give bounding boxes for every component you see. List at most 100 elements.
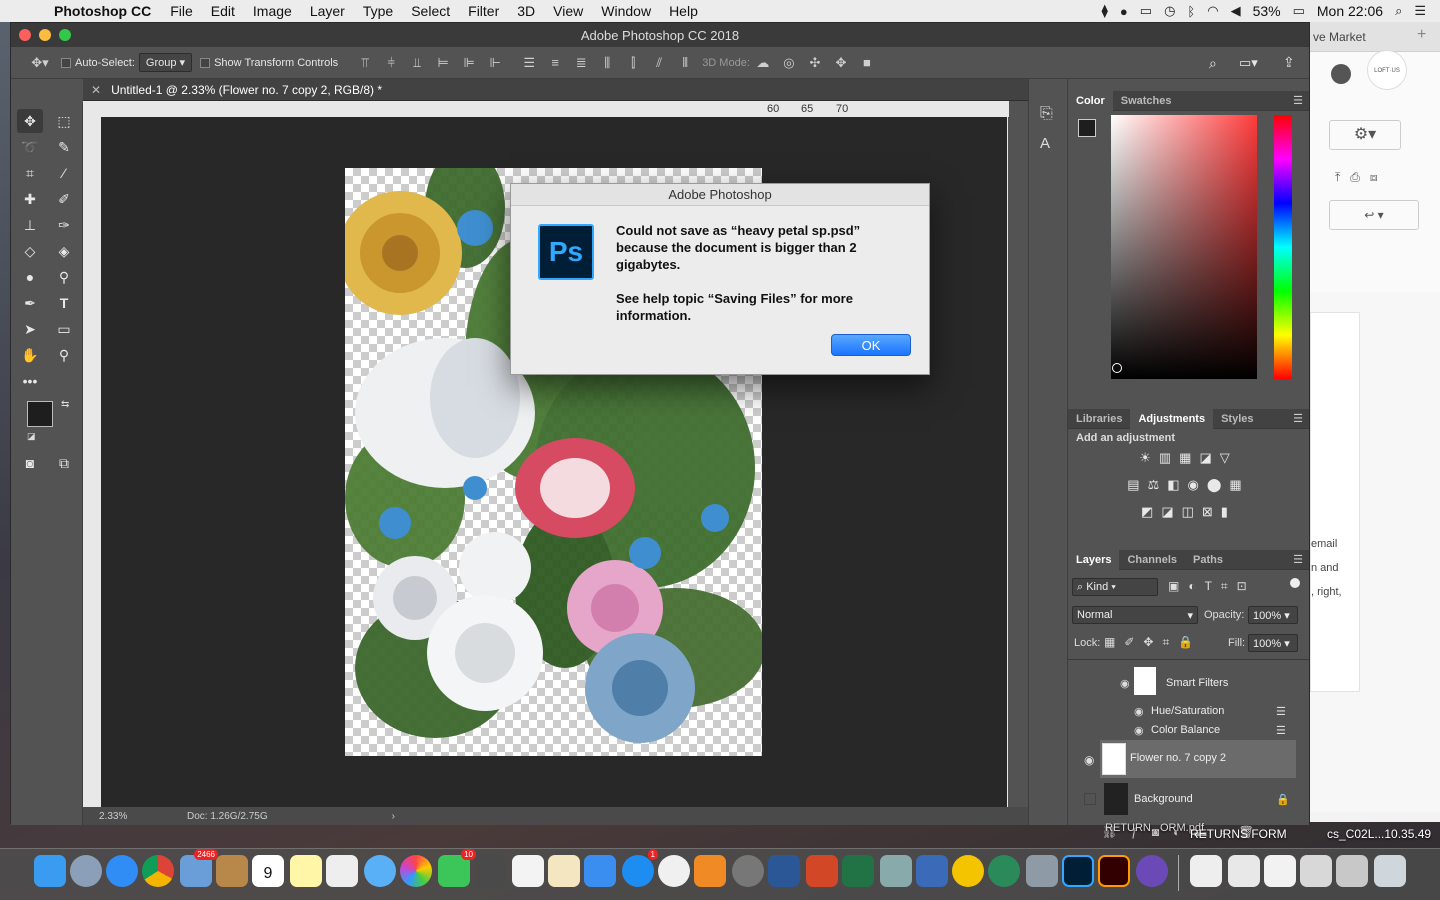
pages-icon[interactable] (548, 855, 580, 887)
lock-icons[interactable]: ▦✐✥⌗🔒 (1104, 635, 1202, 650)
lasso-tool-icon[interactable]: ➰ (17, 135, 43, 159)
panel-menu-icon[interactable]: ☰ (1293, 553, 1303, 566)
rectangle-tool-icon[interactable]: ▭ (51, 317, 77, 341)
norton-icon[interactable] (952, 855, 984, 887)
move-tool-icon[interactable]: ✥ (17, 109, 43, 133)
messages-icon[interactable] (364, 855, 396, 887)
tab-channels[interactable]: Channels (1119, 550, 1185, 570)
numbers-icon[interactable] (512, 855, 544, 887)
gear-icon[interactable]: ⚙▾ (1329, 120, 1401, 150)
document-tab-title[interactable]: Untitled-1 @ 2.33% (Flower no. 7 copy 2,… (111, 83, 382, 97)
eyedropper-tool-icon[interactable]: ⁄ (51, 161, 77, 185)
more-tools-icon[interactable]: ••• (17, 369, 43, 393)
chrome-icon[interactable] (142, 855, 174, 887)
bluetooth-icon[interactable]: ᛒ (1187, 4, 1195, 19)
display-icon[interactable]: ▭ (1140, 3, 1152, 19)
status-menu-chevron-icon[interactable]: › (392, 811, 395, 822)
photos-icon[interactable] (400, 855, 432, 887)
volume-icon[interactable]: ◀ (1231, 3, 1241, 19)
document-tab[interactable]: ✕ Untitled-1 @ 2.33% (Flower no. 7 copy … (83, 79, 1048, 101)
menu-window[interactable]: Window (592, 3, 660, 19)
hue-slider[interactable] (1274, 115, 1292, 379)
word-icon[interactable] (768, 855, 800, 887)
color-picker-field[interactable] (1111, 115, 1257, 379)
app-store-icon[interactable]: 1 (622, 849, 658, 887)
reply-icon[interactable]: ↩ ▾ (1329, 200, 1419, 230)
history-panel-icon[interactable]: ⎘ (1040, 105, 1053, 123)
tab-layers[interactable]: Layers (1068, 549, 1120, 570)
zoom-window-button[interactable] (59, 29, 71, 41)
globe-app-icon[interactable] (988, 855, 1020, 887)
doc-size-info[interactable]: Doc: 1.26G/2.75G (187, 811, 268, 822)
3d-mode-icons[interactable]: ☁ ◎ ✣ ✥ ■ (750, 55, 880, 71)
zoom-tool-icon[interactable]: ⚲ (51, 343, 77, 367)
workspace-icon[interactable]: ▭▾ (1239, 55, 1258, 71)
notification-center-icon[interactable]: ☰ (1414, 3, 1426, 19)
quick-select-tool-icon[interactable]: ✎ (51, 135, 77, 159)
illustrator-dock-icon[interactable] (1098, 855, 1130, 887)
paint-bucket-tool-icon[interactable]: ◈ (51, 239, 77, 263)
close-window-button[interactable] (19, 29, 31, 41)
spotlight-icon[interactable]: ⌕ (1395, 3, 1402, 19)
safari-icon[interactable] (106, 855, 138, 887)
document-stack-icon[interactable] (1228, 855, 1260, 887)
close-document-icon[interactable]: ✕ (91, 83, 101, 97)
search-icon[interactable]: ⌕ (1209, 55, 1217, 72)
crop-tool-icon[interactable]: ⌗ (17, 161, 43, 185)
distribute-icons[interactable]: ☰ ≡ ≣ ⫼ ⫿ ⫽ (516, 55, 672, 71)
eye-icon[interactable]: ◉ (1134, 724, 1144, 737)
preview-icon[interactable] (880, 855, 912, 887)
photo-booth-icon[interactable] (474, 855, 506, 887)
tab-color[interactable]: Color (1068, 90, 1113, 111)
menu-image[interactable]: Image (244, 3, 301, 19)
dodge-tool-icon[interactable]: ⚲ (51, 265, 77, 289)
opacity-field[interactable]: 100% ▾ (1248, 606, 1298, 624)
menu-layer[interactable]: Layer (301, 3, 354, 19)
screen-mode-icon[interactable]: ⧉ (51, 451, 77, 475)
filter-options-icon[interactable]: ☰ (1276, 705, 1286, 718)
filter-toggle[interactable] (1290, 578, 1300, 588)
desktop-file-label[interactable]: RETURNS FORM (1190, 827, 1287, 841)
clock[interactable]: Mon 22:06 (1317, 3, 1383, 19)
layer-name[interactable]: Background (1134, 793, 1193, 805)
mail-icon[interactable]: 2466 (180, 849, 218, 887)
scanner-icon[interactable] (1026, 855, 1058, 887)
zoom-level[interactable]: 2.33% (99, 811, 187, 822)
marquee-tool-icon[interactable]: ⬚ (51, 109, 77, 133)
eraser-tool-icon[interactable]: ◇ (17, 239, 43, 263)
layer-row-background[interactable]: Background 🔒 (1068, 779, 1298, 819)
browser-tab-title[interactable]: ve Market (1313, 30, 1366, 44)
eye-icon[interactable]: ◉ (1120, 677, 1130, 690)
path-selection-tool-icon[interactable]: ➤ (17, 317, 43, 341)
color-balance-filter-label[interactable]: Color Balance (1151, 724, 1220, 736)
document-stack-icon[interactable] (1190, 855, 1222, 887)
vpn-app-icon[interactable] (1136, 855, 1168, 887)
eye-icon[interactable]: ◉ (1084, 753, 1094, 767)
adjustment-icons-row-3[interactable]: ◩◪◫⊠▮ (1068, 504, 1309, 520)
layer-filter-icons[interactable]: ▣◐T⌗⊡ (1168, 579, 1256, 594)
default-colors-icon[interactable]: ◪ (27, 431, 36, 442)
contacts-icon[interactable] (216, 855, 248, 887)
powerpoint-icon[interactable] (806, 855, 838, 887)
dropbox-icon[interactable]: ⧫ (1101, 3, 1107, 19)
filter-options-icon[interactable]: ☰ (1276, 724, 1286, 737)
finder-icon[interactable] (34, 855, 66, 887)
teams-icon[interactable] (916, 855, 948, 887)
battery-percent[interactable]: 53% (1253, 3, 1281, 19)
smart-filter-mask-thumbnail[interactable] (1134, 667, 1156, 695)
tab-libraries[interactable]: Libraries (1068, 409, 1130, 429)
align-icons[interactable]: ⫪ ⫩ ⫫ ⊨ ⊫ ⊩ (352, 55, 508, 71)
system-preferences-icon[interactable] (732, 855, 764, 887)
panel-menu-icon[interactable]: ☰ (1293, 94, 1303, 107)
hand-tool-icon[interactable]: ✋ (17, 343, 43, 367)
auto-select-checkbox[interactable] (61, 57, 71, 68)
new-tab-icon[interactable]: + (1417, 26, 1426, 44)
photoshop-dock-icon[interactable] (1062, 855, 1094, 887)
ibooks-icon[interactable] (694, 855, 726, 887)
menu-3d[interactable]: 3D (508, 3, 544, 19)
menu-filter[interactable]: Filter (459, 3, 508, 19)
menu-help[interactable]: Help (660, 3, 707, 19)
blend-mode-dropdown[interactable]: Normal ▾ (1072, 606, 1198, 624)
menu-view[interactable]: View (544, 3, 592, 19)
bell-icon[interactable] (1331, 64, 1351, 84)
